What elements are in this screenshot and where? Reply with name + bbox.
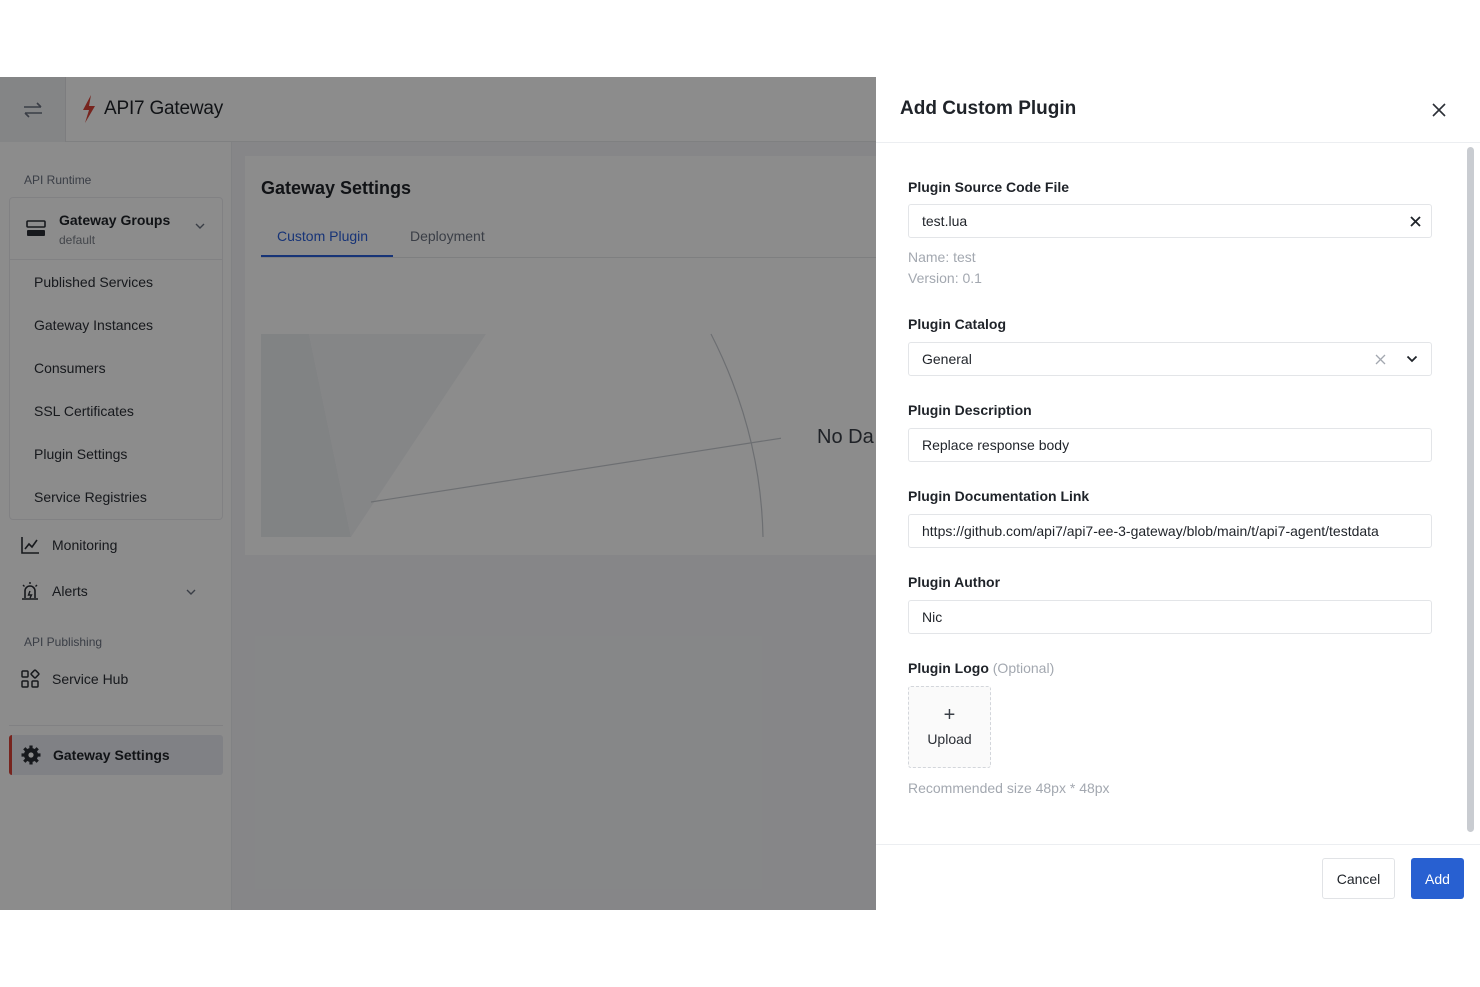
optional-tag: (Optional) (992, 660, 1055, 676)
description-label: Plugin Description (908, 402, 1032, 418)
clear-catalog-button[interactable] (1373, 352, 1387, 366)
logo-label-text: Plugin Logo (908, 660, 989, 676)
author-input[interactable]: Nic (908, 600, 1432, 634)
source-file-field[interactable]: test.lua (908, 204, 1432, 238)
close-drawer-button[interactable] (1428, 99, 1450, 121)
chevron-down-icon (1406, 355, 1418, 363)
close-icon (1409, 215, 1421, 227)
plugin-name-hint: Name: test (908, 249, 976, 265)
app-background: API7 Gateway API Runtime Gateway Groups … (0, 77, 876, 910)
cancel-button[interactable]: Cancel (1322, 858, 1395, 899)
doc-link-input[interactable]: https://github.com/api7/api7-ee-3-gatewa… (908, 514, 1432, 548)
doc-link-label: Plugin Documentation Link (908, 488, 1090, 504)
screen: API7 Gateway API Runtime Gateway Groups … (0, 77, 1480, 910)
close-icon (1375, 354, 1385, 364)
catalog-label: Plugin Catalog (908, 316, 1006, 332)
add-custom-plugin-drawer: Add Custom Plugin Plugin Source Code Fil… (876, 77, 1480, 910)
source-file-value: test.lua (922, 213, 968, 229)
logo-label: Plugin Logo (Optional) (908, 660, 1054, 676)
source-file-label: Plugin Source Code File (908, 179, 1070, 195)
drawer-scrollbar[interactable] (1467, 147, 1474, 832)
catalog-value: General (922, 351, 972, 367)
modal-overlay[interactable] (0, 77, 876, 910)
drawer-header: Add Custom Plugin (876, 77, 1480, 143)
drawer-form: Plugin Source Code File test.lua Name: t… (876, 143, 1480, 843)
description-input[interactable]: Replace response body (908, 428, 1432, 462)
plugin-version-hint: Version: 0.1 (908, 270, 982, 286)
drawer-footer: Cancel Add (876, 844, 1480, 910)
doc-link-value: https://github.com/api7/api7-ee-3-gatewa… (922, 523, 1379, 539)
logo-upload-button[interactable]: + Upload (908, 686, 991, 768)
remove-file-button[interactable] (1408, 214, 1422, 228)
plus-icon: + (943, 704, 956, 726)
catalog-select[interactable]: General (908, 342, 1432, 376)
description-value: Replace response body (922, 437, 1070, 453)
logo-size-hint: Recommended size 48px * 48px (908, 780, 1110, 796)
upload-label: Upload (927, 731, 972, 747)
close-icon (1432, 103, 1446, 117)
catalog-dropdown-toggle[interactable] (1405, 352, 1419, 366)
drawer-title: Add Custom Plugin (900, 98, 1077, 119)
author-value: Nic (922, 609, 943, 625)
author-label: Plugin Author (908, 574, 1001, 590)
add-button[interactable]: Add (1411, 858, 1464, 899)
